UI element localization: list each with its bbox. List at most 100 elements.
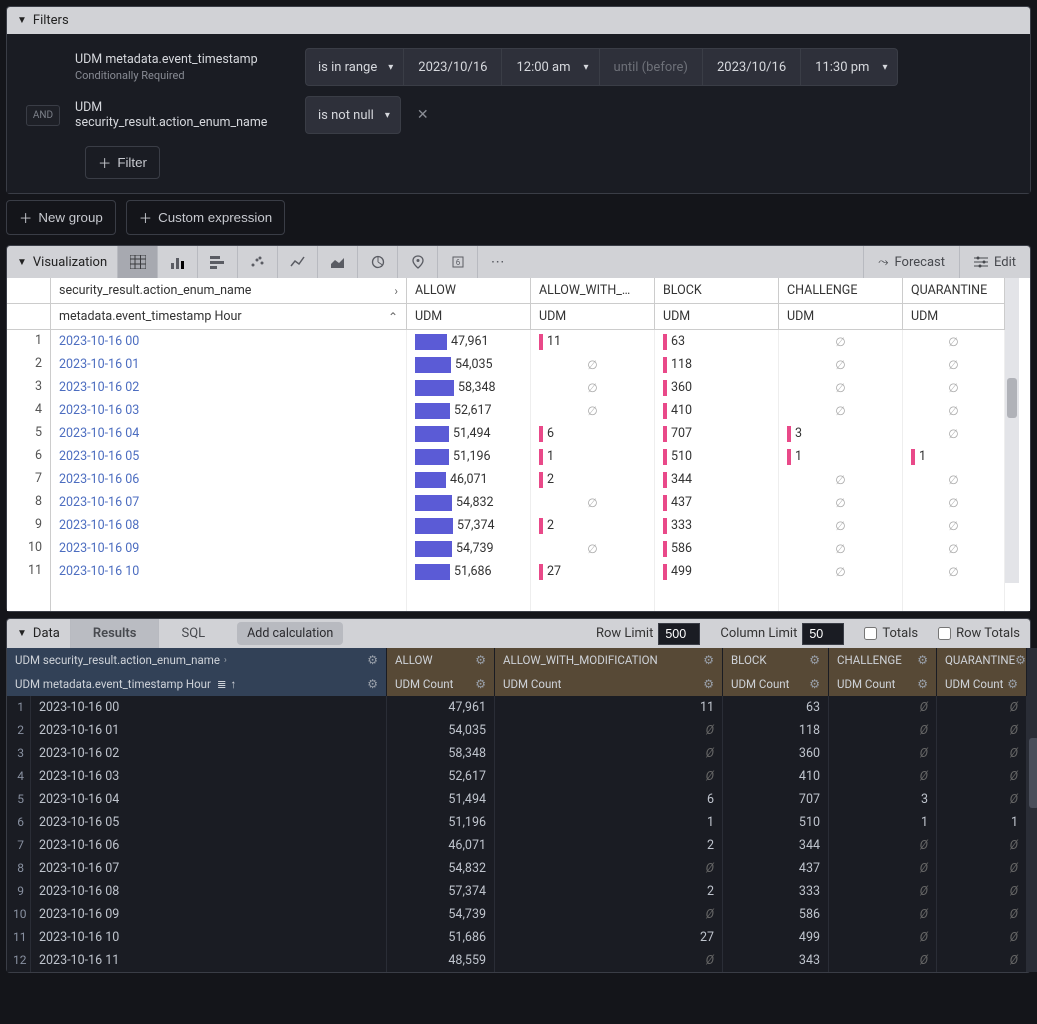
viz-type-single-value-icon[interactable]: 6 [437,246,477,278]
gear-icon[interactable]: ⚙ [475,677,486,691]
viz-challenge-cell[interactable]: ∅ [779,330,903,353]
viz-challenge-cell[interactable]: ∅ [779,537,903,560]
viz-challenge-cell[interactable]: ∅ [779,514,903,537]
viz-allow-cell[interactable]: 46,071 [407,468,531,491]
data-challenge-cell[interactable]: 3 [829,788,937,811]
viz-awm-cell[interactable]: ∅ [531,399,655,422]
and-chip[interactable]: AND [26,105,60,126]
gear-icon[interactable]: ⚙ [367,677,378,691]
viz-challenge-cell[interactable]: ∅ [779,468,903,491]
viz-awm-cell[interactable]: ∅ [531,353,655,376]
viz-type-pie-icon[interactable] [357,246,397,278]
viz-allow-cell[interactable]: 58,348 [407,376,531,399]
data-challenge-cell[interactable]: Ø [829,719,937,742]
viz-quarantine-cell[interactable]: 1 [903,445,1005,468]
viz-col-3[interactable]: CHALLENGE [779,278,903,304]
filter1-date-to[interactable]: 2023/10/16 [703,48,801,86]
data-quarantine-cell[interactable]: Ø [937,903,1027,926]
filter1-date-from[interactable]: 2023/10/16 [404,48,502,86]
data-awm-cell[interactable]: 2 [495,880,723,903]
data-timestamp-cell[interactable]: 2023-10-16 07 [31,857,387,880]
viz-timestamp-cell[interactable]: 2023-10-16 05 [51,445,407,468]
viz-allow-cell[interactable]: 57,374 [407,514,531,537]
viz-challenge-cell[interactable]: 3 [779,422,903,445]
data-allow-cell[interactable]: 48,559 [387,949,495,972]
viz-timestamp-cell[interactable]: 2023-10-16 08 [51,514,407,537]
data-awm-cell[interactable]: 1 [495,811,723,834]
viz-type-column-icon[interactable] [157,246,197,278]
viz-quarantine-cell[interactable]: ∅ [903,537,1005,560]
data-awm-cell[interactable]: Ø [495,949,723,972]
viz-awm-cell[interactable]: 27 [531,560,655,583]
data-challenge-cell[interactable]: Ø [829,880,937,903]
viz-awm-cell[interactable]: 6 [531,422,655,445]
viz-challenge-cell[interactable]: ∅ [779,491,903,514]
visualization-toggle[interactable]: ▼ Visualization [7,249,117,276]
data-count-label[interactable]: UDM Count⚙ [937,672,1027,696]
data-awm-cell[interactable]: Ø [495,742,723,765]
viz-block-cell[interactable]: 360 [655,376,779,399]
viz-type-table-icon[interactable] [117,246,157,278]
viz-quarantine-cell[interactable]: ∅ [903,468,1005,491]
viz-block-cell[interactable]: 118 [655,353,779,376]
viz-col-0[interactable]: ALLOW [407,278,531,304]
viz-col-dim2[interactable]: metadata.event_timestamp Hour⌃ [51,304,407,330]
viz-timestamp-cell[interactable]: 2023-10-16 10 [51,560,407,583]
viz-quarantine-cell[interactable]: ∅ [903,560,1005,583]
viz-quarantine-cell[interactable]: ∅ [903,376,1005,399]
column-limit-input[interactable] [802,623,844,645]
data-awm-cell[interactable]: 27 [495,926,723,949]
data-allow-cell[interactable]: 46,071 [387,834,495,857]
data-block-cell[interactable]: 360 [723,742,829,765]
filters-toggle[interactable]: ▼ Filters [7,7,1030,34]
viz-timestamp-cell[interactable]: 2023-10-16 03 [51,399,407,422]
viz-timestamp-cell[interactable]: 2023-10-16 02 [51,376,407,399]
viz-type-bar-icon[interactable] [197,246,237,278]
data-timestamp-cell[interactable]: 2023-10-16 09 [31,903,387,926]
data-timestamp-cell[interactable]: 2023-10-16 00 [31,696,387,719]
viz-allow-cell[interactable]: 54,739 [407,537,531,560]
remove-filter-icon[interactable]: ✕ [411,101,435,129]
data-count-label[interactable]: UDM Count⚙ [829,672,937,696]
data-timestamp-cell[interactable]: 2023-10-16 06 [31,834,387,857]
viz-awm-cell[interactable]: 2 [531,514,655,537]
edit-button[interactable]: Edit [959,246,1030,278]
data-quarantine-cell[interactable]: Ø [937,765,1027,788]
data-block-cell[interactable]: 707 [723,788,829,811]
forecast-button[interactable]: ⤳ Forecast [863,246,959,278]
data-challenge-cell[interactable]: Ø [829,857,937,880]
viz-challenge-cell[interactable]: ∅ [779,353,903,376]
data-block-cell[interactable]: 333 [723,880,829,903]
viz-type-area-icon[interactable] [317,246,357,278]
tab-sql[interactable]: SQL [158,619,227,648]
data-challenge-cell[interactable]: Ø [829,834,937,857]
viz-allow-cell[interactable]: 51,686 [407,560,531,583]
viz-challenge-cell[interactable]: ∅ [779,376,903,399]
data-timestamp-cell[interactable]: 2023-10-16 05 [31,811,387,834]
data-allow-cell[interactable]: 54,832 [387,857,495,880]
data-awm-cell[interactable]: 11 [495,696,723,719]
data-scrollbar[interactable] [1027,648,1037,972]
row-limit-input[interactable] [658,623,700,645]
viz-block-cell[interactable]: 344 [655,468,779,491]
viz-type-more-icon[interactable]: ⋯ [477,246,517,278]
viz-challenge-cell[interactable]: ∅ [779,560,903,583]
data-block-cell[interactable]: 437 [723,857,829,880]
data-awm-cell[interactable]: 6 [495,788,723,811]
data-quarantine-cell[interactable]: Ø [937,696,1027,719]
data-challenge-cell[interactable]: Ø [829,742,937,765]
gear-icon[interactable]: ⚙ [809,653,820,667]
data-quarantine-cell[interactable]: 1 [937,811,1027,834]
viz-block-cell[interactable]: 586 [655,537,779,560]
gear-icon[interactable]: ⚙ [1015,653,1026,667]
data-count-label[interactable]: UDM Count⚙ [387,672,495,696]
data-col-3[interactable]: CHALLENGE⚙ [829,648,937,672]
data-awm-cell[interactable]: 2 [495,834,723,857]
filter1-time-from[interactable]: 12:00 am ▾ [502,48,599,86]
custom-expression-button[interactable]: ＋ Custom expression [126,200,285,235]
data-timestamp-cell[interactable]: 2023-10-16 03 [31,765,387,788]
viz-col-1[interactable]: ALLOW_WITH_… [531,278,655,304]
data-col-action[interactable]: UDM security_result.action_enum_name›⚙ [7,648,387,672]
data-allow-cell[interactable]: 54,739 [387,903,495,926]
viz-allow-cell[interactable]: 51,494 [407,422,531,445]
